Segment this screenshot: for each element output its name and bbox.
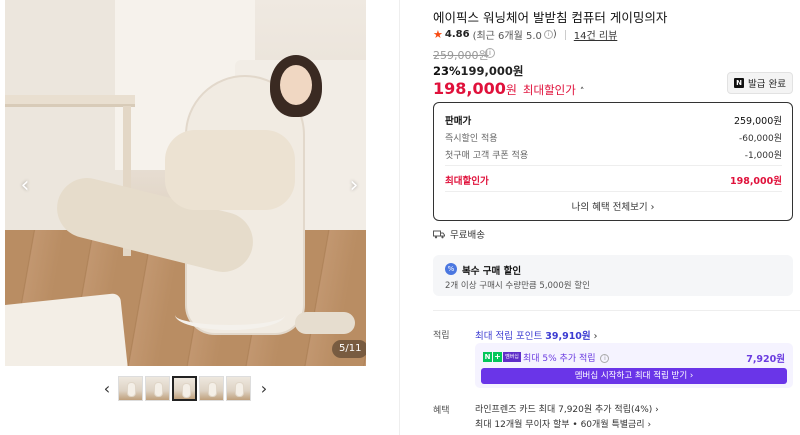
naver-plus-membership-badge: N + 멤버십: [483, 352, 521, 362]
price-breakdown-box: 판매가 259,000원 즉시할인 적용 -60,000원 첫구매 고객 쿠폰 …: [433, 102, 793, 221]
thumb-prev-icon[interactable]: ‹: [100, 379, 114, 399]
breakdown-row-instant-discount: 즉시할인 적용 -60,000원: [445, 131, 782, 144]
points-row-label: 적립: [433, 331, 450, 341]
rating-note: (최근 6개월 5.0: [472, 31, 542, 42]
divider: [564, 29, 566, 40]
thumb-next-icon[interactable]: ›: [257, 379, 271, 399]
divider: [445, 191, 782, 192]
breakdown-value: 198,000원: [729, 176, 782, 187]
breakdown-row-first-coupon: 첫구매 고객 쿠폰 적용 -1,000원: [445, 148, 782, 161]
start-membership-button[interactable]: 멤버십 시작하고 최대 적립 받기 ›: [481, 368, 787, 384]
thumbnail[interactable]: [145, 376, 170, 401]
divider: [433, 310, 800, 311]
coupon-issued-button[interactable]: N 발급 완료: [727, 72, 793, 94]
view-all-benefits-link[interactable]: 나의 혜택 전체보기 ›: [434, 199, 792, 213]
breakdown-label: 판매가: [445, 116, 472, 127]
multi-purchase-discount-box: % 복수 구매 할인 2개 이상 구매시 수량만큼 5,000원 할인: [433, 255, 793, 296]
image-next-arrow-icon[interactable]: ›: [344, 172, 364, 200]
rating-note-end: ): [552, 29, 557, 40]
shipping-row: 무료배송: [433, 227, 485, 241]
card-points-benefit-link[interactable]: 라인프렌즈 카드 최대 7,920원 추가 적립(4%) ›: [475, 402, 659, 415]
rating-row: ★ 4.86 (최근 6개월 5.0 i ) 14건 리뷰: [433, 27, 617, 42]
rating-score: 4.86: [444, 29, 470, 40]
original-price: 259,000원: [433, 49, 489, 62]
breakdown-value: -1,000원: [744, 151, 782, 161]
review-link[interactable]: 14건 리뷰: [574, 27, 618, 42]
info-icon[interactable]: i: [600, 354, 610, 363]
final-price: 198,000: [433, 79, 506, 98]
discount-row: 23%199,000원: [433, 63, 524, 79]
thumbnail-strip: ‹ ›: [100, 375, 275, 403]
breakdown-label: 최대할인가: [445, 176, 489, 187]
product-info-panel: 에이픽스 워닝체어 발받침 컴퓨터 게이밍의자 ★ 4.86 (최근 6개월 5…: [433, 0, 800, 435]
chevron-up-icon[interactable]: ˄: [580, 87, 585, 97]
thumbnail[interactable]: [226, 376, 251, 401]
image-prev-arrow-icon[interactable]: ‹: [15, 172, 35, 200]
breakdown-label: 즉시할인 적용: [445, 134, 498, 144]
product-gallery: ‹ › 5/11 ‹ ›: [0, 0, 400, 435]
points-link-amount: 39,910원: [545, 331, 591, 342]
percent-icon: %: [445, 263, 457, 275]
final-price-unit: 원: [505, 83, 517, 97]
star-icon: ★: [433, 28, 443, 41]
multi-purchase-title: 복수 구매 할인: [462, 266, 522, 277]
discount-price: 199,000원: [460, 64, 524, 78]
product-title: 에이픽스 워닝체어 발받침 컴퓨터 게이밍의자: [433, 10, 668, 25]
membership-extra-points: 최대 5% 추가 적립 i: [523, 351, 610, 364]
thumbnail[interactable]: [199, 376, 224, 401]
discount-rate: 23%: [433, 64, 461, 78]
thumbnail[interactable]: [118, 376, 143, 401]
final-price-row[interactable]: 198,000 원 최대할인가 ˄: [433, 79, 584, 98]
installment-benefit-link[interactable]: 최대 12개월 무이자 할부 • 60개월 특별금리 ›: [475, 417, 651, 430]
naver-n-icon: N: [483, 352, 492, 362]
naver-n-icon: N: [734, 78, 744, 88]
truck-icon: [433, 230, 445, 238]
column-divider: [399, 0, 400, 435]
membership-points-box: N + 멤버십 최대 5% 추가 적립 i 7,920원 멤버십 시작하고 최대…: [475, 343, 793, 388]
divider: [445, 165, 782, 166]
membership-points-amount: 7,920원: [746, 354, 785, 365]
breakdown-row-max-discount: 최대할인가 198,000원: [445, 173, 782, 187]
chevron-right-icon: ›: [590, 331, 598, 342]
image-counter: 5/11: [332, 340, 366, 358]
benefits-row-label: 혜택: [433, 406, 450, 416]
membership-badge-text: 멤버십: [503, 352, 521, 362]
price-info-icon[interactable]: i: [485, 48, 495, 58]
max-discount-label: 최대할인가: [522, 83, 576, 97]
multi-purchase-desc: 2개 이상 구매시 수량만큼 5,000원 할인: [445, 281, 590, 291]
breakdown-value: -60,000원: [738, 134, 782, 144]
thumbnail-active[interactable]: [172, 376, 197, 401]
membership-title: 최대 5% 추가 적립: [523, 354, 596, 364]
coupon-button-label: 발급 완료: [748, 79, 786, 90]
breakdown-value: 259,000원: [733, 116, 782, 127]
breakdown-label: 첫구매 고객 쿠폰 적용: [445, 151, 529, 161]
max-points-link[interactable]: 최대 적립 포인트 39,910원 ›: [475, 328, 597, 342]
points-link-prefix: 최대 적립 포인트: [475, 331, 546, 342]
info-icon[interactable]: i: [543, 30, 553, 39]
plus-icon: +: [493, 352, 502, 362]
shipping-label: 무료배송: [450, 230, 485, 241]
breakdown-row-sale-price: 판매가 259,000원: [445, 113, 782, 127]
product-main-image[interactable]: ‹ › 5/11: [5, 0, 366, 366]
